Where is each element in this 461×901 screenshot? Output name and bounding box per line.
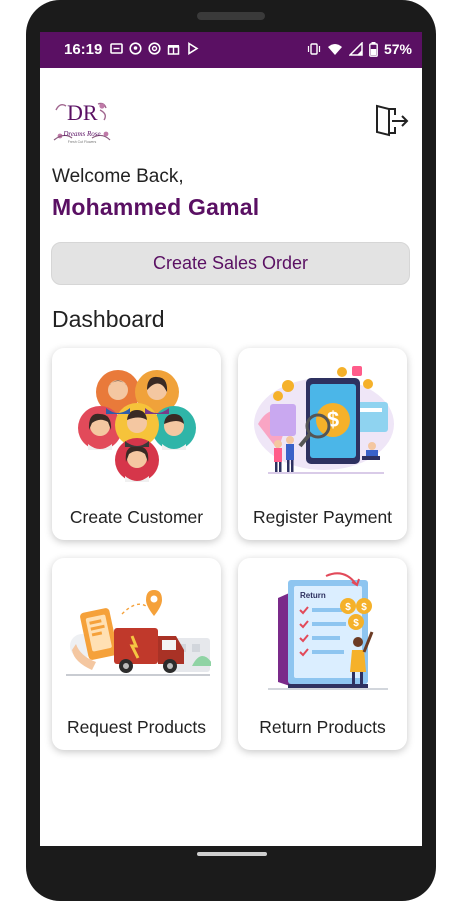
svg-text:$: $ [353, 618, 359, 629]
message-icon [110, 43, 123, 54]
create-customer-label: Create Customer [69, 507, 204, 527]
status-time: 16:19 [64, 41, 103, 58]
return-document-illustration: Return $ $ $ [268, 572, 388, 690]
payment-illustration: $ [254, 366, 394, 474]
dashboard-title: Dashboard [52, 306, 165, 332]
welcome-text: Welcome Back, [52, 166, 184, 187]
at-sign-icon [148, 42, 161, 55]
create-customer-card[interactable]: Create Customer [52, 348, 221, 540]
gift-icon [167, 45, 180, 55]
register-payment-card[interactable]: $ Register Payment [238, 348, 407, 540]
play-icon [188, 42, 199, 55]
wifi-icon [327, 44, 342, 55]
svg-text:$: $ [361, 602, 367, 613]
status-right: 57% [307, 41, 412, 57]
request-products-label: Request Products [66, 717, 207, 737]
return-products-card[interactable]: Return $ $ $ Return Products [238, 558, 407, 750]
home-gesture-bar[interactable] [197, 852, 267, 856]
delivery-truck-illustration [66, 590, 211, 676]
logo-name: Dreams Rose [62, 130, 100, 138]
brand-logo: DR Dreams Rose Fresh Cut Flowers [53, 100, 111, 144]
logo-letters: DR [67, 100, 98, 125]
battery-percent: 57% [383, 41, 412, 57]
phone-device: 16:19 57% DR Dreams Rose Fresh Cut Flowe… [0, 0, 461, 901]
phone-speaker [197, 12, 265, 20]
logo-tagline: Fresh Cut Flowers [68, 140, 97, 144]
return-products-label: Return Products [259, 717, 386, 737]
request-products-card[interactable]: Request Products [52, 558, 221, 750]
status-bar: 16:19 57% [40, 32, 422, 68]
battery-icon [369, 41, 378, 57]
svg-text:$: $ [345, 602, 351, 613]
user-name: Mohammed Gamal [52, 194, 260, 220]
gesture-nav-area [40, 846, 422, 872]
create-sales-order-button[interactable]: Create Sales Order [51, 242, 410, 285]
notification-icons [110, 42, 199, 55]
pinterest-icon [129, 42, 142, 55]
return-doc-title: Return [300, 591, 326, 600]
app-screen: DR Dreams Rose Fresh Cut Flowers Welcome… [40, 68, 422, 846]
customers-illustration [78, 370, 196, 482]
logout-icon[interactable] [374, 104, 410, 138]
vibrate-icon [307, 43, 321, 55]
register-payment-label: Register Payment [252, 507, 393, 527]
signal-icon [348, 42, 363, 56]
